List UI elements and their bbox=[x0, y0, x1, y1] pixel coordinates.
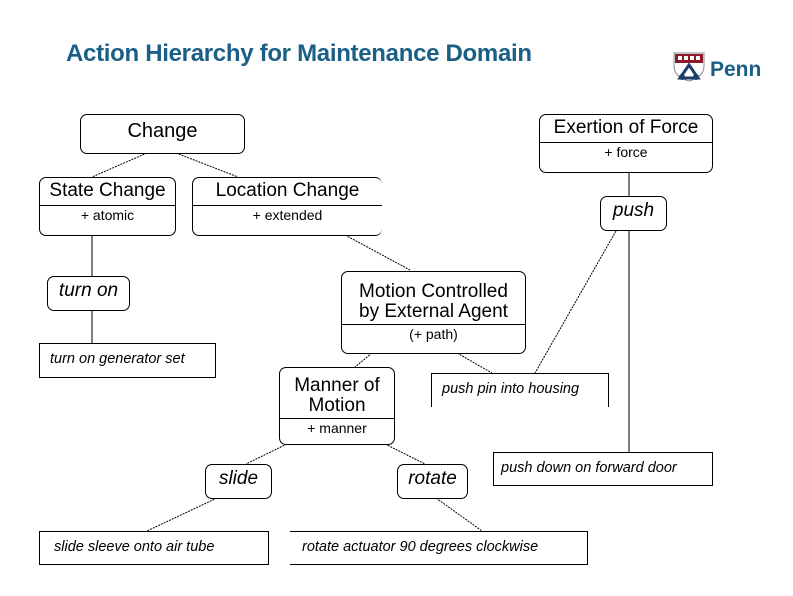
node-rotate[interactable]: rotate bbox=[397, 464, 468, 499]
leaf-slide-sleeve[interactable]: slide sleeve onto air tube bbox=[39, 531, 269, 565]
node-attribute: + manner bbox=[280, 418, 394, 437]
edge-motion-pushpin bbox=[456, 352, 493, 374]
node-label: State Change bbox=[49, 180, 166, 201]
node-label: Manner of bbox=[294, 375, 380, 396]
edge-change-location bbox=[175, 152, 239, 178]
edge-motion-manner bbox=[354, 352, 373, 368]
node-label: rotate bbox=[408, 468, 457, 489]
node-label-line2: by External Agent bbox=[359, 301, 508, 322]
leaf-turn-on-generator[interactable]: turn on generator set bbox=[39, 343, 216, 378]
node-label: slide bbox=[218, 468, 259, 489]
leaf-push-pin[interactable]: push pin into housing bbox=[431, 373, 609, 407]
node-label: Motion Controlled bbox=[359, 281, 508, 302]
node-attribute: + atomic bbox=[40, 205, 175, 224]
node-push[interactable]: push bbox=[600, 196, 667, 231]
node-attribute: + force bbox=[540, 142, 712, 161]
node-turn-on[interactable]: turn on bbox=[47, 276, 130, 311]
edge-change-state bbox=[91, 152, 148, 178]
edge-push-pushpin bbox=[534, 230, 617, 374]
leaf-push-down[interactable]: push down on forward door bbox=[493, 452, 713, 486]
node-label: Change bbox=[127, 120, 198, 142]
edge-location-motion bbox=[344, 234, 411, 271]
node-location-change[interactable]: Location Change + extended bbox=[192, 177, 382, 236]
node-label: Exertion of Force bbox=[553, 117, 699, 138]
node-label: turn on bbox=[58, 280, 119, 301]
node-attribute: + extended bbox=[193, 205, 382, 224]
node-manner-of-motion[interactable]: Manner of Motion + manner bbox=[279, 367, 395, 445]
node-label-line2: Motion bbox=[308, 395, 366, 416]
edge-manner-slide bbox=[245, 443, 288, 465]
edge-rotate-actuator bbox=[435, 497, 483, 532]
node-label: Location Change bbox=[215, 180, 360, 201]
node-label: push bbox=[612, 200, 655, 221]
node-slide[interactable]: slide bbox=[205, 464, 272, 499]
edge-slide-sleeve bbox=[146, 497, 218, 532]
node-state-change[interactable]: State Change + atomic bbox=[39, 177, 176, 236]
edge-manner-rotate bbox=[384, 443, 426, 465]
node-exertion-of-force[interactable]: Exertion of Force + force bbox=[539, 114, 713, 173]
node-motion-controlled[interactable]: Motion Controlled by External Agent (+ p… bbox=[341, 271, 526, 354]
leaf-rotate-actuator[interactable]: rotate actuator 90 degrees clockwise bbox=[290, 531, 588, 565]
node-change[interactable]: Change bbox=[80, 114, 245, 154]
node-attribute: (+ path) bbox=[342, 324, 525, 343]
